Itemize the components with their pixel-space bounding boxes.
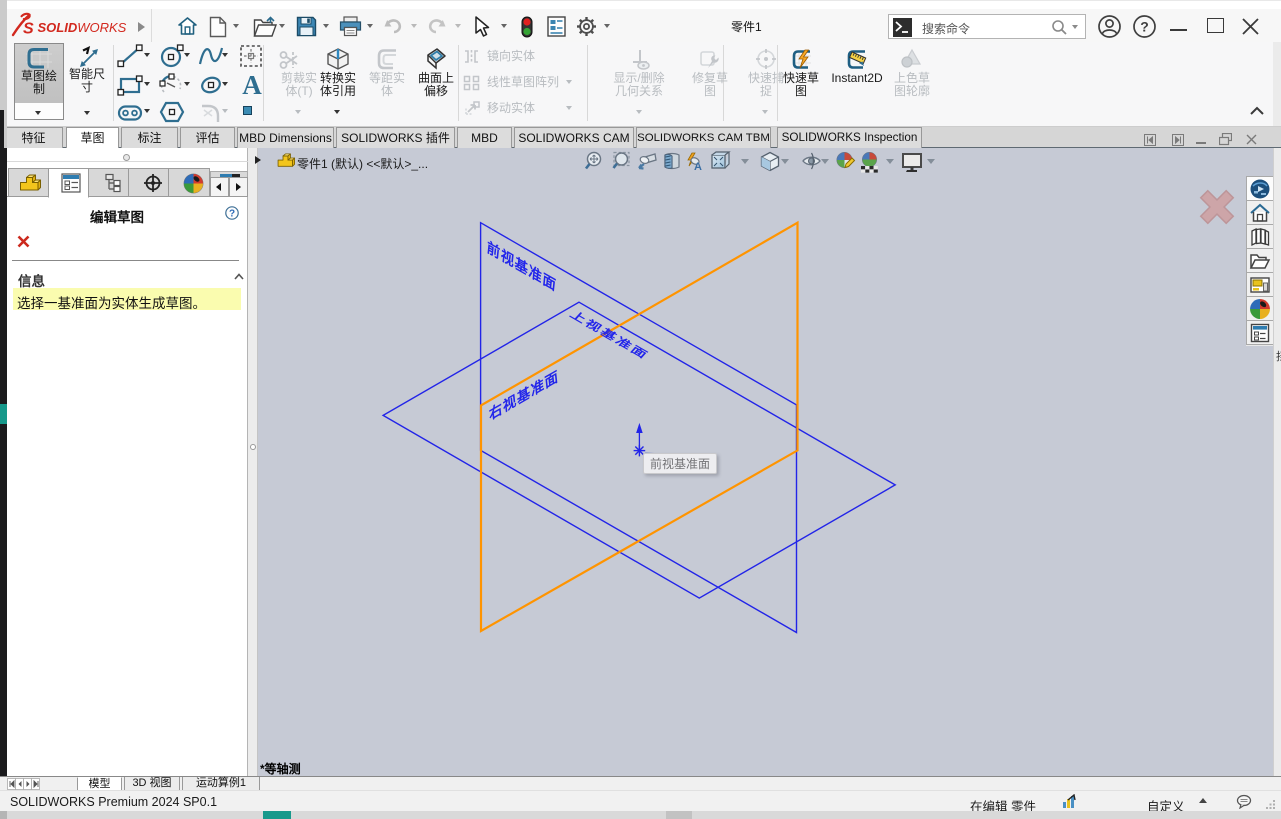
svg-text:A: A — [242, 71, 262, 97]
svg-text:?: ? — [229, 209, 235, 220]
svg-text:S: S — [23, 21, 34, 38]
svg-text:A: A — [694, 161, 702, 173]
svg-text:?: ? — [1140, 19, 1149, 35]
svg-text:SOLIDWORKS: SOLIDWORKS — [38, 20, 127, 35]
